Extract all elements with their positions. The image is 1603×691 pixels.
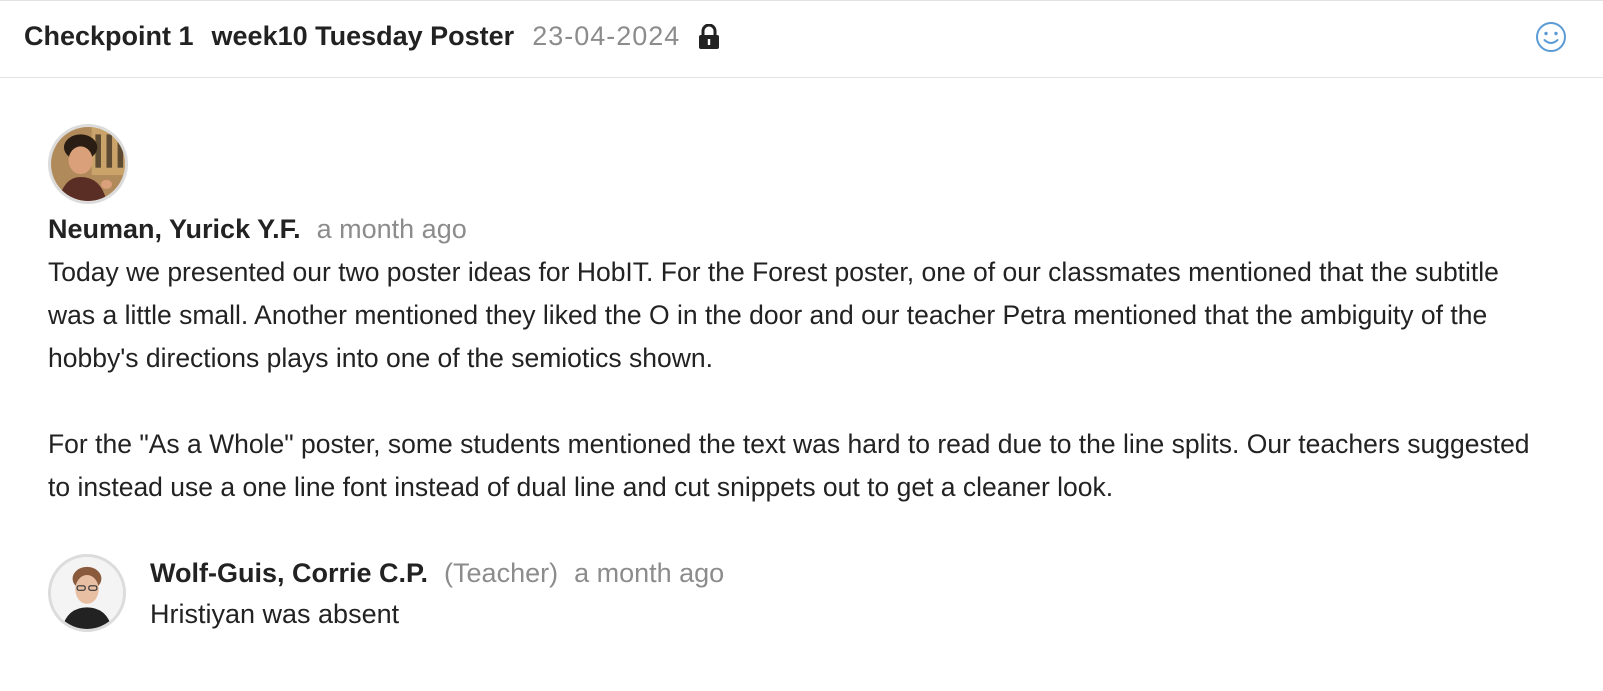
top-bar: Checkpoint 1 week10 Tuesday Poster 23-04… xyxy=(0,0,1603,78)
comment-author[interactable]: Wolf-Guis, Corrie C.P. xyxy=(150,558,428,589)
avatar[interactable] xyxy=(48,124,128,204)
post-paragraph: For the "As a Whole" poster, some studen… xyxy=(48,429,1530,502)
author-role-badge: (Teacher) xyxy=(444,558,559,588)
smiley-icon[interactable] xyxy=(1535,21,1567,53)
lock-icon xyxy=(698,23,720,50)
comment-main: Wolf-Guis, Corrie C.P. (Teacher) a month… xyxy=(150,554,724,630)
comment-time: a month ago xyxy=(574,558,725,588)
date-label: 23-04-2024 xyxy=(532,21,681,51)
comment-text: Hristiyan was absent xyxy=(150,599,400,629)
page-title: week10 Tuesday Poster xyxy=(211,21,515,51)
post-body: Today we presented our two poster ideas … xyxy=(48,251,1548,509)
journal-post: Neuman, Yurick Y.F. a month ago Today we… xyxy=(48,124,1568,509)
post-author[interactable]: Neuman, Yurick Y.F. xyxy=(48,214,301,245)
comment: Wolf-Guis, Corrie C.P. (Teacher) a month… xyxy=(48,554,724,632)
post-meta: Neuman, Yurick Y.F. a month ago xyxy=(48,214,1568,245)
post-paragraph: Today we presented our two poster ideas … xyxy=(48,257,1499,373)
avatar[interactable] xyxy=(48,554,126,632)
breadcrumb: Checkpoint 1 week10 Tuesday Poster 23-04… xyxy=(24,21,720,52)
comment-meta: Wolf-Guis, Corrie C.P. (Teacher) a month… xyxy=(150,558,724,589)
post-time: a month ago xyxy=(316,214,467,244)
checkpoint-label: Checkpoint 1 xyxy=(24,21,194,51)
